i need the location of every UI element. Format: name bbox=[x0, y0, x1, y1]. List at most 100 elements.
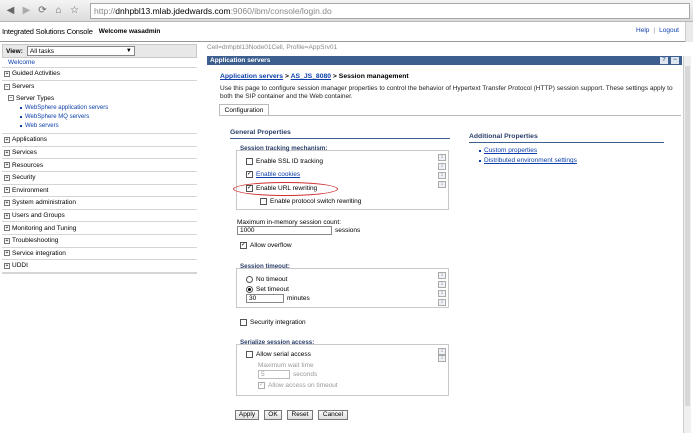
expand-icon[interactable]: + bbox=[4, 136, 10, 143]
help-icon[interactable]: ↕ bbox=[438, 272, 446, 279]
distributed-settings-text[interactable]: Distributed environment settings bbox=[484, 157, 577, 164]
help-icon[interactable]: ↕ bbox=[438, 181, 446, 188]
nav-section-guided-activities[interactable]: + Guided Activities bbox=[2, 68, 197, 81]
apply-button[interactable]: Apply bbox=[235, 410, 259, 420]
sessions-unit: sessions bbox=[335, 227, 361, 234]
custom-properties-text[interactable]: Custom properties bbox=[484, 147, 537, 154]
timeout-minutes-input[interactable]: 30 bbox=[246, 294, 284, 303]
cookies-link[interactable]: Enable cookies bbox=[256, 171, 300, 178]
max-wait-text: Maximum wait time bbox=[258, 362, 314, 369]
nav-link-label[interactable]: WebSphere application servers bbox=[25, 105, 108, 111]
nav-section-servers[interactable]: − Servers bbox=[2, 81, 197, 94]
help-icon[interactable]: ↕ bbox=[438, 290, 446, 297]
expand-icon[interactable]: + bbox=[4, 174, 10, 181]
nav-section-monitoring-and-tuning[interactable]: + Monitoring and Tuning bbox=[2, 222, 197, 235]
expand-icon[interactable]: + bbox=[4, 199, 10, 206]
collapse-icon[interactable]: − bbox=[8, 95, 14, 102]
chevron-down-icon: ▼ bbox=[125, 48, 132, 54]
nav-link-web-servers[interactable]: Web servers bbox=[2, 121, 197, 130]
security-integration-row: Security integration bbox=[240, 319, 306, 326]
cancel-button[interactable]: Cancel bbox=[318, 410, 348, 420]
nav-section-system-administration[interactable]: + System administration bbox=[2, 197, 197, 210]
help-icon[interactable]: ↕ bbox=[438, 355, 446, 362]
expand-icon[interactable]: + bbox=[4, 237, 10, 244]
cookies-checkbox[interactable]: ✓ bbox=[246, 171, 253, 178]
help-icon[interactable]: ↕ bbox=[438, 348, 446, 355]
nav-section-security[interactable]: + Security bbox=[2, 172, 197, 185]
help-icon[interactable]: ↕ bbox=[438, 163, 446, 170]
allow-access-timeout-checkbox: ✓ bbox=[258, 382, 265, 389]
nav-section-label: Users and Groups bbox=[12, 212, 65, 220]
nav-section-troubleshooting[interactable]: + Troubleshooting bbox=[2, 235, 197, 248]
help-icon[interactable]: ↕ bbox=[438, 172, 446, 179]
help-icon[interactable]: ↕ bbox=[438, 281, 446, 288]
set-timeout-label: Set timeout bbox=[256, 286, 289, 293]
ssl-id-checkbox[interactable] bbox=[246, 158, 253, 165]
expand-icon[interactable]: + bbox=[4, 149, 10, 156]
nav-section-services[interactable]: + Services bbox=[2, 147, 197, 160]
nav-section-resources[interactable]: + Resources bbox=[2, 159, 197, 172]
servers-subtree: − Server Types WebSphere application ser… bbox=[2, 93, 197, 135]
nav-link-label[interactable]: Web servers bbox=[25, 123, 59, 129]
allow-serial-row: Allow serial access bbox=[246, 351, 311, 358]
nav-server-types[interactable]: − Server Types bbox=[2, 93, 197, 103]
nav-section-uddi[interactable]: + UDDI bbox=[2, 260, 197, 273]
expand-icon[interactable]: + bbox=[4, 212, 10, 219]
expand-icon[interactable]: + bbox=[4, 187, 10, 194]
nav-section-applications[interactable]: + Applications bbox=[2, 134, 197, 147]
protocol-switch-row: Enable protocol switch rewriting bbox=[260, 198, 361, 205]
help-link[interactable]: Help bbox=[636, 27, 649, 34]
distributed-settings-link[interactable]: Distributed environment settings bbox=[479, 157, 577, 164]
help-icon[interactable]: ↕ bbox=[438, 154, 446, 161]
home-icon[interactable]: ⌂ bbox=[52, 4, 65, 17]
max-count-input[interactable]: 1000 bbox=[237, 226, 332, 235]
content-scrollbar[interactable] bbox=[683, 56, 691, 433]
back-arrow-icon[interactable]: ◀ bbox=[4, 4, 17, 17]
header-separator: | bbox=[653, 27, 656, 34]
nav-section-service-integration[interactable]: + Service integration bbox=[2, 248, 197, 261]
nav-welcome-link[interactable]: Welcome bbox=[2, 58, 197, 68]
address-bar[interactable]: http://dnhpbl13.mlab.jdedwards.com:9060/… bbox=[90, 3, 690, 19]
reset-button[interactable]: Reset bbox=[287, 410, 313, 420]
panel-title-text: Application servers bbox=[210, 57, 271, 64]
breadcrumb-server[interactable]: AS_JS_8080 bbox=[291, 73, 331, 80]
header-scrollbar[interactable] bbox=[685, 22, 693, 42]
set-timeout-row: Set timeout bbox=[246, 286, 289, 293]
breadcrumb-application-servers[interactable]: Application servers bbox=[220, 73, 283, 80]
allow-access-timeout-row: ✓ Allow access on timeout bbox=[258, 382, 338, 389]
allow-overflow-checkbox[interactable]: ✓ bbox=[240, 242, 247, 249]
url-rewriting-label: Enable URL rewriting bbox=[256, 185, 318, 192]
view-select[interactable]: All tasks ▼ bbox=[26, 46, 135, 56]
bullet bbox=[20, 124, 22, 127]
forward-arrow-icon[interactable]: ▶ bbox=[20, 4, 33, 17]
expand-icon[interactable]: + bbox=[4, 162, 10, 169]
expand-icon[interactable]: + bbox=[4, 250, 10, 257]
custom-properties-link[interactable]: Custom properties bbox=[479, 147, 537, 154]
set-timeout-radio[interactable] bbox=[246, 286, 253, 293]
collapse-icon[interactable]: − bbox=[4, 83, 10, 90]
allow-serial-checkbox[interactable] bbox=[246, 351, 253, 358]
star-icon[interactable]: ☆ bbox=[68, 4, 81, 17]
nav-link-label[interactable]: WebSphere MQ servers bbox=[25, 114, 89, 120]
ok-button[interactable]: OK bbox=[264, 410, 282, 420]
nav-section-environment[interactable]: + Environment bbox=[2, 185, 197, 198]
refresh-icon[interactable]: ⟳ bbox=[36, 4, 49, 17]
panel-minimize-icon[interactable]: − bbox=[671, 57, 679, 64]
panel-help-icon[interactable]: ? bbox=[660, 57, 668, 64]
security-integration-checkbox[interactable] bbox=[240, 319, 247, 326]
breadcrumb-separator: > bbox=[283, 73, 291, 80]
no-timeout-radio[interactable] bbox=[246, 276, 253, 283]
url-rewriting-checkbox[interactable]: ✓ bbox=[246, 185, 253, 192]
nav-link-websphere-mq-servers[interactable]: WebSphere MQ servers bbox=[2, 112, 197, 121]
nav-section-users-and-groups[interactable]: + Users and Groups bbox=[2, 210, 197, 223]
logout-link[interactable]: Logout bbox=[659, 27, 679, 34]
expand-icon[interactable]: + bbox=[4, 70, 10, 77]
scrollbar-thumb[interactable] bbox=[685, 66, 690, 406]
allow-overflow-label: Allow overflow bbox=[250, 242, 292, 249]
nav-link-websphere-application-servers[interactable]: WebSphere application servers bbox=[2, 103, 197, 112]
expand-icon[interactable]: + bbox=[4, 225, 10, 232]
minutes-unit: minutes bbox=[287, 295, 310, 302]
protocol-switch-checkbox[interactable] bbox=[260, 198, 267, 205]
expand-icon[interactable]: + bbox=[4, 262, 10, 269]
help-icon[interactable]: ↕ bbox=[438, 299, 446, 306]
